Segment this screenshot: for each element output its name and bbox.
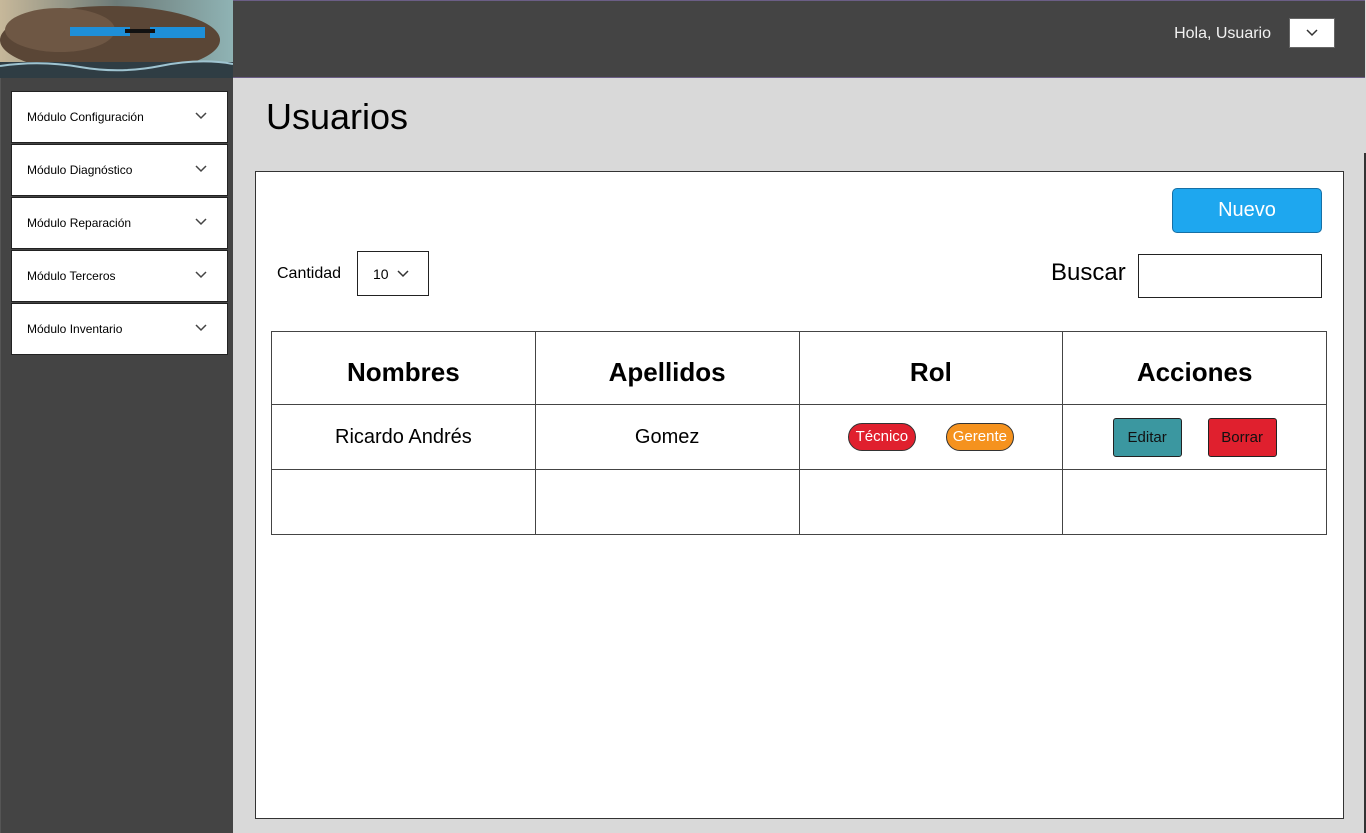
sidebar-item-diagnostico[interactable]: Módulo Diagnóstico <box>11 144 228 196</box>
search-input[interactable] <box>1138 254 1322 298</box>
chevron-down-icon <box>195 271 207 279</box>
column-header-nombres: Nombres <box>271 331 536 405</box>
edit-button[interactable]: Editar <box>1112 417 1182 457</box>
chevron-down-icon <box>195 112 207 120</box>
user-menu-dropdown[interactable] <box>1289 18 1335 48</box>
sidebar-item-inventario[interactable]: Módulo Inventario <box>11 303 228 355</box>
role-badge-tecnico: Técnico <box>847 423 916 451</box>
search-label: Buscar <box>1051 259 1126 286</box>
chevron-down-icon <box>397 269 409 277</box>
quantity-label: Cantidad <box>277 265 342 282</box>
sidebar-item-configuracion[interactable]: Módulo Configuración <box>11 91 228 143</box>
column-header-apellidos: Apellidos <box>534 331 800 405</box>
sidebar-item-reparacion[interactable]: Módulo Reparación <box>11 197 228 249</box>
table-row: Ricardo Andrés Gomez Técnico Gerente Edit… <box>271 404 1327 470</box>
cell-empty <box>534 469 800 535</box>
users-table: Nombres Apellidos Rol Acciones Ricardo A… <box>271 331 1327 535</box>
role-badge-gerente: Gerente <box>945 423 1014 451</box>
sidebar-item-label: Módulo Terceros <box>27 269 116 283</box>
cell-nombres: Ricardo Andrés <box>271 404 536 470</box>
chevron-down-icon <box>195 324 207 332</box>
cell-acciones: Editar Borrar <box>1062 404 1327 470</box>
user-greeting: Hola, Usuario <box>1174 25 1271 42</box>
table-header-row: Nombres Apellidos Rol Acciones <box>271 331 1327 405</box>
cell-rol: Técnico Gerente <box>798 404 1064 470</box>
sidebar-item-terceros[interactable]: Módulo Terceros <box>11 250 228 302</box>
sidebar-item-label: Módulo Inventario <box>27 322 123 336</box>
users-panel: Nuevo Cantidad 10 Buscar Nombres Apellid… <box>255 171 1344 819</box>
column-header-rol: Rol <box>798 331 1064 405</box>
quantity-select[interactable]: 10 <box>357 251 429 296</box>
table-row-empty <box>271 469 1327 535</box>
sidebar-item-label: Módulo Configuración <box>27 110 144 124</box>
new-user-button[interactable]: Nuevo <box>1172 188 1322 233</box>
chevron-down-icon <box>1306 29 1318 37</box>
column-header-acciones: Acciones <box>1062 331 1327 405</box>
chevron-down-icon <box>195 218 207 226</box>
chevron-down-icon <box>195 165 207 173</box>
cell-apellidos: Gomez <box>534 404 800 470</box>
delete-button[interactable]: Borrar <box>1207 417 1277 457</box>
page-title: Usuarios <box>266 96 409 137</box>
sidebar: Módulo Configuración Módulo Diagnóstico … <box>0 78 233 833</box>
cell-empty <box>271 469 536 535</box>
sidebar-item-label: Módulo Reparación <box>27 216 132 230</box>
cell-empty <box>1062 469 1327 535</box>
top-bar: Hola, Usuario <box>233 0 1365 78</box>
quantity-value: 10 <box>373 265 389 282</box>
sidebar-menu: Módulo Configuración Módulo Diagnóstico … <box>11 91 228 356</box>
sidebar-item-label: Módulo Diagnóstico <box>27 163 133 177</box>
app-logo <box>0 0 233 78</box>
cell-empty <box>798 469 1064 535</box>
